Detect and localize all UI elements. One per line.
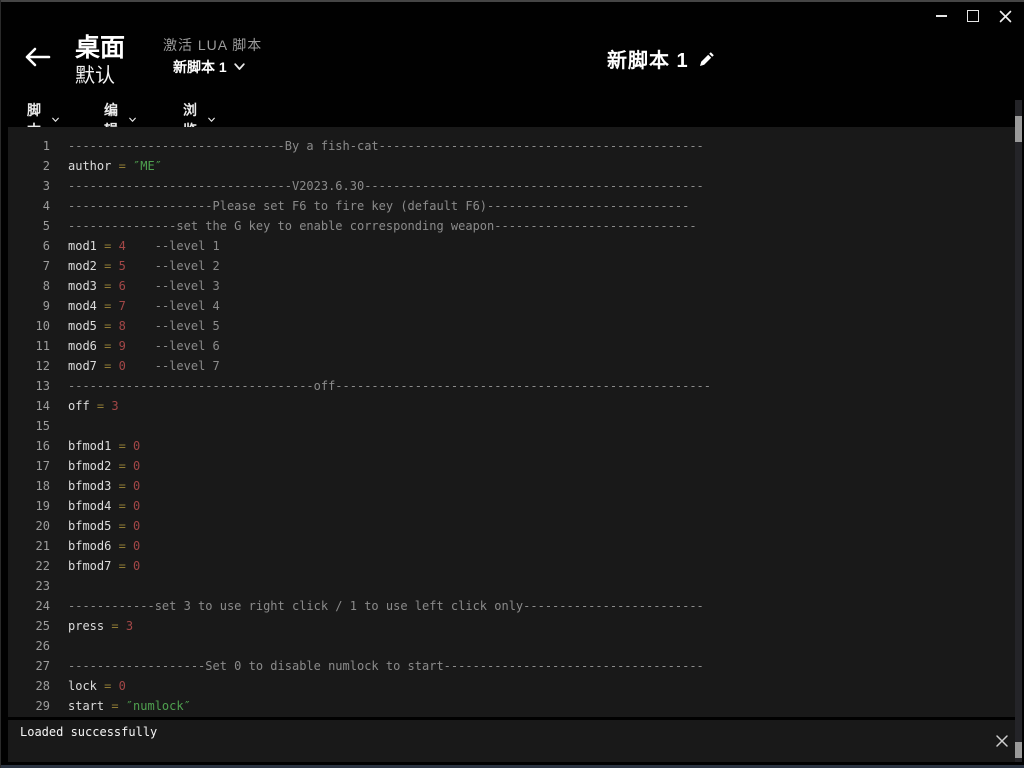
code-line: 8mod3 = 6 --level 3 [8,276,1015,296]
line-number: 28 [8,676,50,696]
line-number: 22 [8,556,50,576]
code-line: 24------------set 3 to use right click /… [8,596,1015,616]
line-number: 11 [8,336,50,356]
chevron-down-icon [52,116,59,124]
line-number: 3 [8,176,50,196]
code-line: 15 [8,416,1015,436]
profile-mode: 默认 [75,59,115,88]
code-line: 22bfmod7 = 0 [8,556,1015,576]
line-number: 8 [8,276,50,296]
script-selector-label: 新脚本 1 [173,57,227,77]
chevron-down-icon [129,116,136,124]
maximize-icon [967,10,979,22]
code-line: 11mod6 = 9 --level 6 [8,336,1015,356]
code-line: 17bfmod2 = 0 [8,456,1015,476]
code-line: 13----------------------------------off-… [8,376,1015,396]
line-number: 1 [8,136,50,156]
back-button[interactable] [24,46,52,70]
code-editor[interactable]: 1------------------------------By a fish… [8,127,1015,717]
console-panel: Loaded successfully [8,720,1015,762]
code-line: 16bfmod1 = 0 [8,436,1015,456]
code-line: 27-------------------Set 0 to disable nu… [8,656,1015,676]
line-number: 24 [8,596,50,616]
code-line: 26 [8,636,1015,656]
chevron-down-icon [234,63,245,71]
console-scrollbar-thumb[interactable] [1015,742,1022,758]
line-number: 18 [8,476,50,496]
line-number: 13 [8,376,50,396]
code-line: 23 [8,576,1015,596]
console-message: Loaded successfully [20,725,157,739]
script-selector-dropdown[interactable]: 新脚本 1 [173,57,245,77]
code-line: 2author = ″ME″ [8,156,1015,176]
line-number: 10 [8,316,50,336]
line-number: 15 [8,416,50,436]
code-lines: 1------------------------------By a fish… [8,136,1015,716]
code-line: 28lock = 0 [8,676,1015,696]
code-line: 9mod4 = 7 --level 4 [8,296,1015,316]
line-number: 9 [8,296,50,316]
scrollbar-track[interactable] [1015,100,1022,762]
editor-scrollbar-thumb[interactable] [1015,116,1022,142]
line-number: 27 [8,656,50,676]
rename-script-button[interactable] [698,49,715,68]
code-line: 29start = ″numlock″ [8,696,1015,716]
code-line: 12mod7 = 0 --level 7 [8,356,1015,376]
maximize-button[interactable] [962,6,984,26]
document-title: 新脚本 1 [607,44,689,73]
line-number: 29 [8,696,50,716]
code-line: 19bfmod4 = 0 [8,496,1015,516]
code-line: 4--------------------Please set F6 to fi… [8,196,1015,216]
app-window: 桌面 默认 激活 LUA 脚本 新脚本 1 新脚本 1 脚本 编辑 [0,0,1024,768]
minimize-icon [936,15,947,17]
line-number: 21 [8,536,50,556]
code-line: 10mod5 = 8 --level 5 [8,316,1015,336]
line-number: 14 [8,396,50,416]
code-line: 20bfmod5 = 0 [8,516,1015,536]
chevron-down-icon [208,116,215,124]
close-icon [999,10,1012,23]
active-script-label: 激活 LUA 脚本 [163,35,262,55]
line-number: 7 [8,256,50,276]
line-number: 23 [8,576,50,596]
code-line: 25press = 3 [8,616,1015,636]
window-controls [930,6,1016,26]
close-icon [995,734,1009,748]
line-number: 25 [8,616,50,636]
back-arrow-icon [24,46,52,68]
line-number: 12 [8,356,50,376]
line-number: 16 [8,436,50,456]
edit-pencil-icon [698,49,715,68]
code-line: 7mod2 = 5 --level 2 [8,256,1015,276]
code-line: 1------------------------------By a fish… [8,136,1015,156]
line-number: 4 [8,196,50,216]
close-button[interactable] [994,6,1016,26]
code-line: 5---------------set the G key to enable … [8,216,1015,236]
line-number: 6 [8,236,50,256]
line-number: 17 [8,456,50,476]
console-close-button[interactable] [994,733,1010,749]
code-line: 6mod1 = 4 --level 1 [8,236,1015,256]
line-number: 5 [8,216,50,236]
minimize-button[interactable] [930,6,952,26]
line-number: 19 [8,496,50,516]
line-number: 2 [8,156,50,176]
line-number: 26 [8,636,50,656]
code-line: 3-------------------------------V2023.6.… [8,176,1015,196]
line-number: 20 [8,516,50,536]
code-line: 21bfmod6 = 0 [8,536,1015,556]
document-title-group: 新脚本 1 [607,44,715,73]
code-line: 14off = 3 [8,396,1015,416]
code-line: 18bfmod3 = 0 [8,476,1015,496]
